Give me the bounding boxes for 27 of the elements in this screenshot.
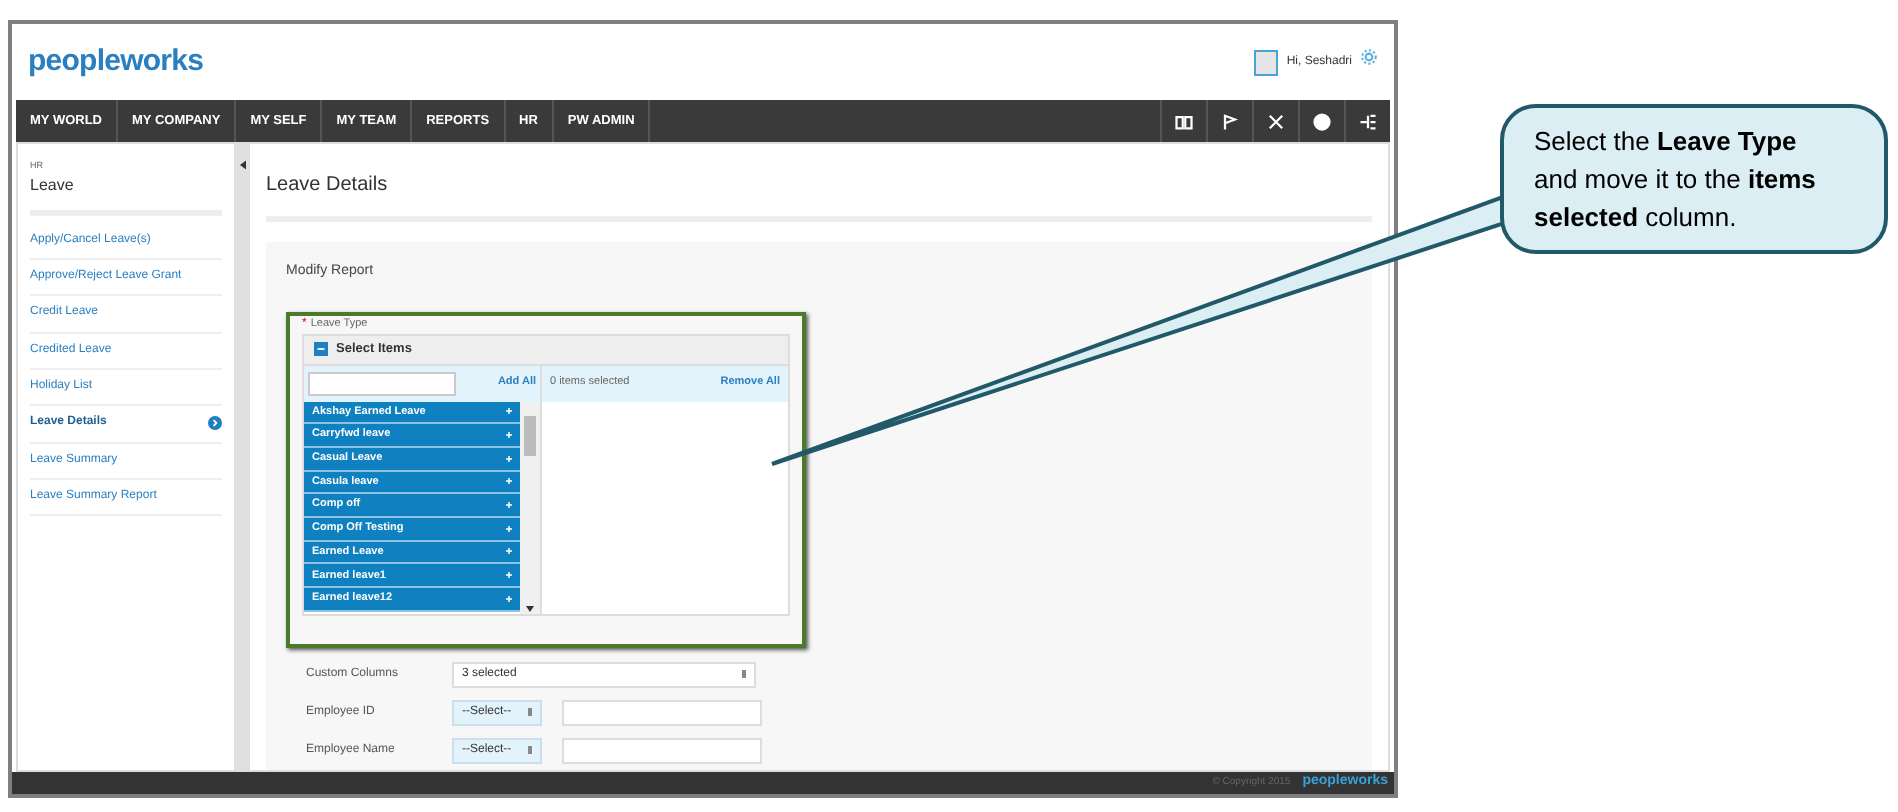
caret-icon [239,160,245,170]
search-field[interactable] [308,371,456,395]
plus-icon [506,455,512,462]
scrollbar[interactable] [520,401,540,613]
flag-icon [1220,111,1240,131]
plus-icon [506,595,512,602]
plus-icon [506,478,512,485]
scroll-thumb[interactable] [524,415,536,455]
plus-icon [506,525,512,532]
page-title: Leave Details [266,144,1372,222]
scroll-down-icon[interactable] [526,605,534,611]
avatar [1254,49,1279,75]
plus-icon [506,502,512,509]
logo: peopleworks [28,41,204,82]
sidebar-title: Leave [30,173,76,198]
callout-text: Select the Leave Type and move it to the items selected column. [1534,124,1818,236]
plus-icon [506,572,512,579]
collapse-icon[interactable] [314,342,328,356]
input-field[interactable] [562,699,762,725]
input-field[interactable] [562,737,762,763]
sitemap-icon [1358,111,1378,131]
plus-icon [506,408,512,415]
plus-icon [506,548,512,555]
arrow-circle-icon [208,416,222,431]
settings-icon [1360,47,1378,65]
plus-icon [506,432,512,439]
book-icon [1174,111,1194,131]
